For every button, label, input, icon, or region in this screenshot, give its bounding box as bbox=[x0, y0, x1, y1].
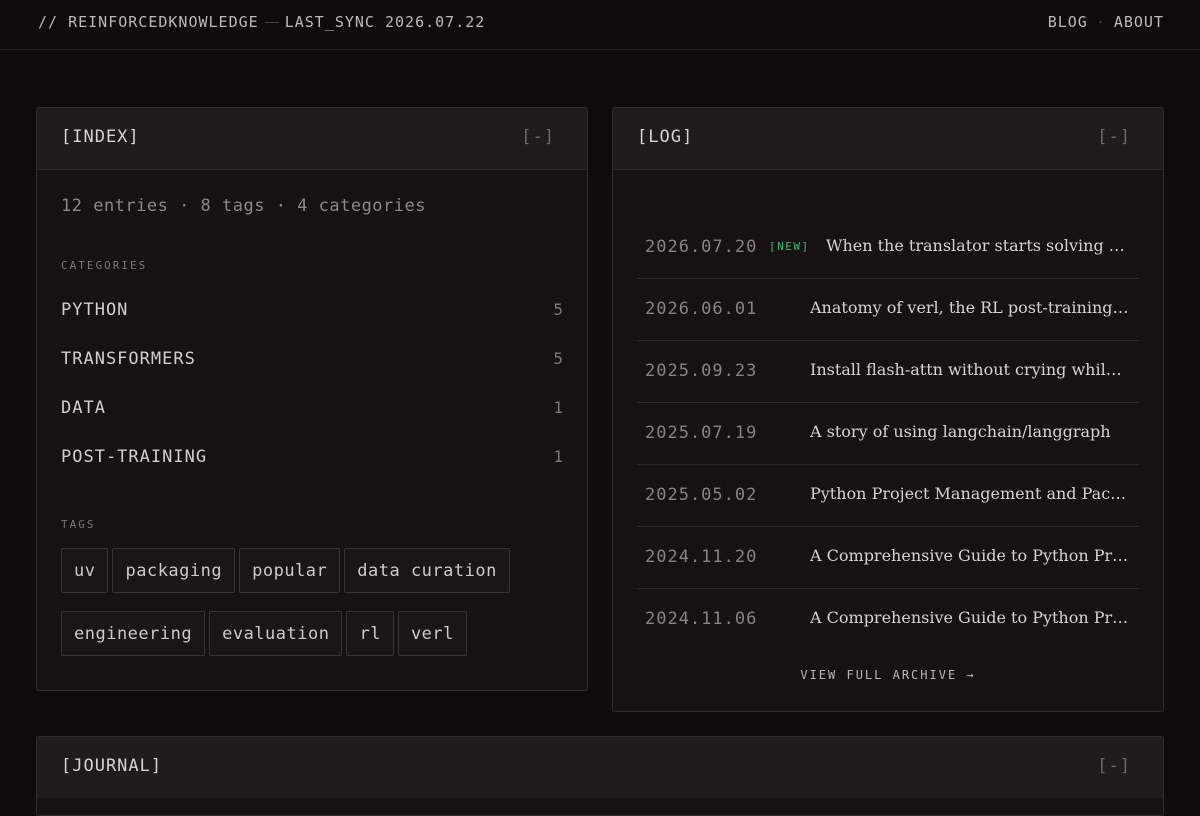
category-count: 1 bbox=[553, 398, 563, 417]
category-name: DATA bbox=[61, 398, 106, 418]
index-stats: 12 entries · 8 tags · 4 categories bbox=[61, 196, 426, 216]
log-entry-title: Anatomy of verl, the RL post-training fr… bbox=[810, 298, 1131, 317]
index-panel: [INDEX] [-] 12 entries · 8 tags · 4 cate… bbox=[36, 107, 588, 691]
category-name: TRANSFORMERS bbox=[61, 349, 196, 369]
journal-panel-header: [JOURNAL] [-] bbox=[37, 737, 1163, 798]
category-name: PYTHON bbox=[61, 300, 129, 320]
tag-chip-engineering[interactable]: engineering bbox=[61, 611, 206, 656]
category-item-data[interactable]: DATA 1 bbox=[61, 392, 563, 441]
last-sync: LAST_SYNC 2026.07.22 bbox=[284, 13, 486, 31]
log-entry-date: 2026.07.20 bbox=[645, 237, 758, 257]
journal-panel-title: [JOURNAL] bbox=[61, 756, 163, 776]
log-entry-title: When the translator starts solving the p… bbox=[826, 236, 1131, 255]
log-entry-title: A Comprehensive Guide to Python Project … bbox=[810, 546, 1131, 565]
log-entry-title: A story of using langchain/langgraph bbox=[810, 422, 1111, 441]
category-item-post-training[interactable]: POST-TRAINING 1 bbox=[61, 441, 563, 490]
log-entry-date: 2025.05.02 bbox=[645, 485, 758, 505]
category-count: 1 bbox=[553, 447, 563, 466]
journal-panel: [JOURNAL] [-] bbox=[36, 736, 1164, 816]
index-panel-title: [INDEX] bbox=[61, 127, 140, 147]
log-entry-date: 2024.11.20 bbox=[645, 547, 758, 567]
log-entry-date: 2025.07.19 bbox=[645, 423, 758, 443]
index-panel-header: [INDEX] [-] bbox=[37, 108, 587, 170]
log-panel-header: [LOG] [-] bbox=[613, 108, 1163, 170]
tag-chip-evaluation[interactable]: evaluation bbox=[209, 611, 343, 656]
category-item-python[interactable]: PYTHON 5 bbox=[61, 294, 563, 343]
nav-blog-link[interactable]: BLOG bbox=[1048, 13, 1088, 31]
top-bar: // REINFORCEDKNOWLEDGE LAST_SYNC 2026.07.… bbox=[0, 0, 1200, 50]
main-nav: BLOG · ABOUT bbox=[1048, 13, 1164, 31]
log-panel: [LOG] [-] 2026.07.20 [NEW] When the tran… bbox=[612, 107, 1164, 712]
log-panel-title: [LOG] bbox=[637, 127, 694, 147]
log-entry[interactable]: 2025.07.19 A story of using langchain/la… bbox=[637, 403, 1139, 465]
log-entry[interactable]: 2024.11.20 A Comprehensive Guide to Pyth… bbox=[637, 527, 1139, 589]
log-entry-date: 2026.06.01 bbox=[645, 299, 758, 319]
log-entry-date: 2025.09.23 bbox=[645, 361, 758, 381]
site-name[interactable]: // REINFORCEDKNOWLEDGE bbox=[38, 13, 259, 31]
new-badge: [NEW] bbox=[769, 240, 810, 253]
tag-chip-data-curation[interactable]: data curation bbox=[344, 548, 510, 593]
tag-cloud: uv packaging popular data curation engineeri… bbox=[61, 548, 571, 674]
category-count: 5 bbox=[553, 349, 563, 368]
tag-chip-popular[interactable]: popular bbox=[239, 548, 341, 593]
categories-label: CATEGORIES bbox=[61, 259, 148, 272]
log-entry-title: Install flash-attn without crying while … bbox=[810, 360, 1131, 379]
log-entry[interactable]: 2024.11.06 A Comprehensive Guide to Pyth… bbox=[637, 589, 1139, 651]
category-list: PYTHON 5 TRANSFORMERS 5 DATA 1 POST-TRAI… bbox=[61, 294, 563, 490]
log-entry[interactable]: 2025.05.02 Python Project Management and… bbox=[637, 465, 1139, 527]
tag-chip-uv[interactable]: uv bbox=[61, 548, 109, 593]
log-entry-title: A Comprehensive Guide to Python Project … bbox=[810, 608, 1131, 627]
log-entry[interactable]: 2026.07.20 [NEW] When the translator sta… bbox=[637, 217, 1139, 279]
log-entry[interactable]: 2026.06.01 Anatomy of verl, the RL post-… bbox=[637, 279, 1139, 341]
tag-chip-verl[interactable]: verl bbox=[397, 611, 467, 656]
category-item-transformers[interactable]: TRANSFORMERS 5 bbox=[61, 343, 563, 392]
category-count: 5 bbox=[553, 300, 563, 319]
log-entry-date: 2024.11.06 bbox=[645, 609, 758, 629]
nav-separator: · bbox=[1095, 13, 1106, 31]
nav-about-link[interactable]: ABOUT bbox=[1114, 13, 1164, 31]
tag-chip-packaging[interactable]: packaging bbox=[112, 548, 236, 593]
tags-label: TAGS bbox=[61, 518, 96, 531]
log-entry-title: Python Project Management and Packaging bbox=[810, 484, 1131, 503]
index-collapse-toggle[interactable]: [-] bbox=[521, 127, 555, 147]
log-entry[interactable]: 2025.09.23 Install flash-attn without cr… bbox=[637, 341, 1139, 403]
brand: // REINFORCEDKNOWLEDGE LAST_SYNC 2026.07.… bbox=[38, 13, 485, 31]
view-full-archive-link[interactable]: VIEW FULL ARCHIVE → bbox=[613, 668, 1163, 682]
journal-collapse-toggle[interactable]: [-] bbox=[1097, 756, 1131, 776]
log-list: 2026.07.20 [NEW] When the translator sta… bbox=[637, 217, 1139, 651]
brand-divider bbox=[264, 22, 279, 23]
log-collapse-toggle[interactable]: [-] bbox=[1097, 127, 1131, 147]
tag-chip-rl[interactable]: rl bbox=[346, 611, 394, 656]
category-name: POST-TRAINING bbox=[61, 447, 208, 467]
